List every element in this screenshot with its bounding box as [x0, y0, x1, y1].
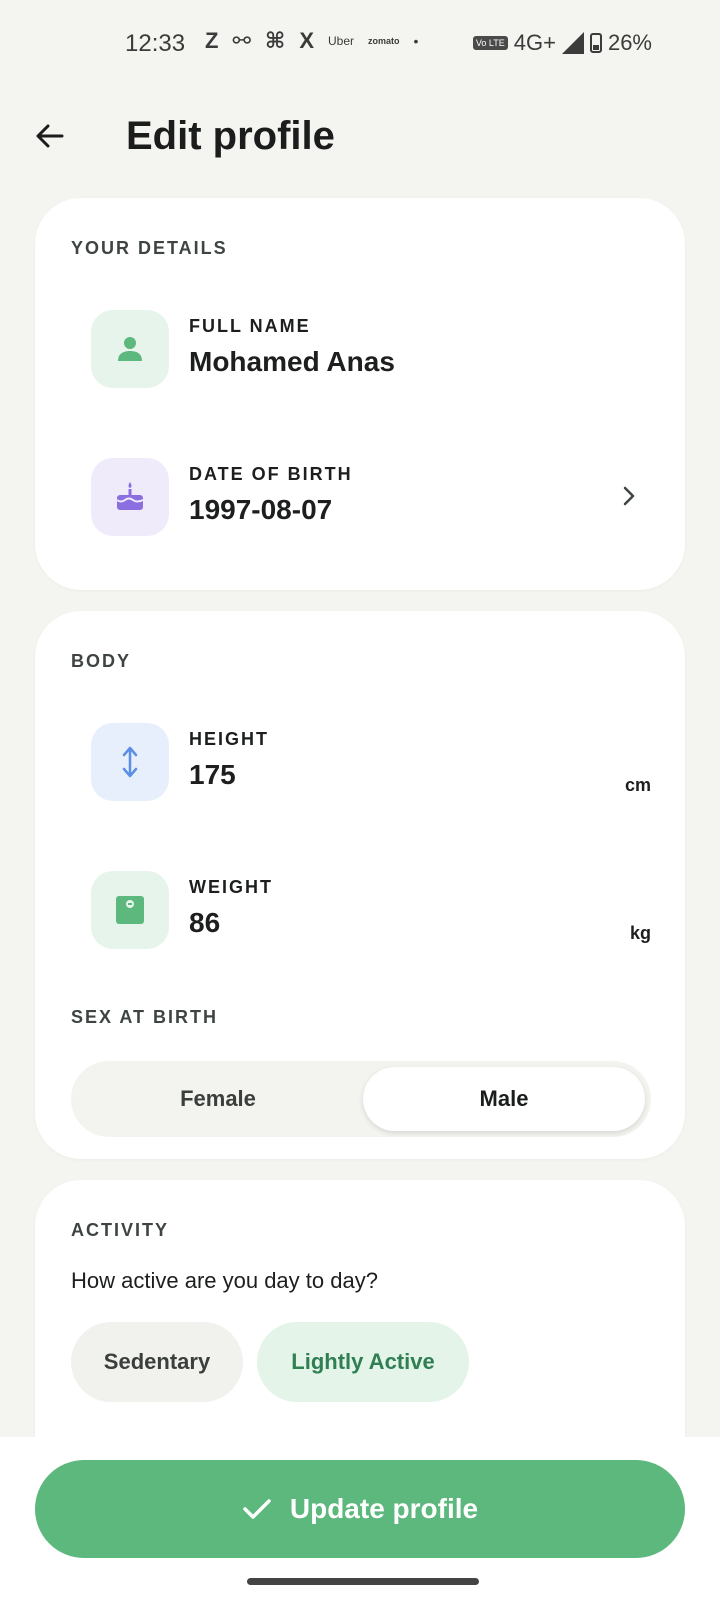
height-unit: cm [624, 775, 651, 795]
scale-icon [116, 896, 144, 924]
header: Edit profile [0, 100, 720, 180]
full-name-value: Mohamed Anas [189, 346, 395, 377]
person-icon [118, 337, 142, 361]
activity-question: How active are you day to day? [71, 1268, 378, 1293]
date-of-birth-row[interactable]: DATE OF BIRTH 1997-08-07 [91, 458, 651, 538]
more-notifications-icon: • [413, 33, 419, 49]
app-icon: ⌘ [264, 28, 286, 53]
zepto-icon: Z [205, 28, 219, 53]
cake-icon [116, 482, 144, 510]
sex-option-male[interactable]: Male [363, 1067, 645, 1131]
status-time: 12:33 [125, 30, 186, 57]
height-icon-box [91, 723, 169, 801]
uber-icon: Uber [328, 34, 355, 48]
vertical-arrows-icon [122, 746, 138, 778]
home-indicator[interactable] [247, 1578, 479, 1585]
date-of-birth-label: DATE OF BIRTH [189, 464, 353, 484]
body-card: BODY HEIGHT 175 cm WEIGHT 86 kg SEX AT B… [35, 611, 685, 1159]
details-card: YOUR DETAILS FULL NAME Mohamed Anas DATE… [35, 198, 685, 590]
scale-icon-box [91, 871, 169, 949]
status-bar: 12:33 Z ⚯ ⌘ X Uber zomato • Vo LTE 4G+ 2… [0, 0, 720, 90]
section-label-sex: SEX AT BIRTH [71, 1007, 219, 1027]
sex-option-female[interactable]: Female [77, 1067, 359, 1131]
section-label-body: BODY [71, 651, 132, 671]
chevron-right-icon [623, 486, 635, 506]
back-button[interactable] [32, 118, 68, 154]
volte-icon: Vo LTE [472, 36, 508, 50]
battery-icon [589, 33, 602, 53]
full-name-row[interactable]: FULL NAME Mohamed Anas [91, 310, 651, 390]
network-type: 4G+ [513, 30, 556, 55]
cake-icon-box [91, 458, 169, 536]
height-label: HEIGHT [189, 729, 270, 749]
page-title: Edit profile [126, 114, 335, 158]
status-right: Vo LTE 4G+ 26% [472, 30, 652, 56]
weight-label: WEIGHT [189, 877, 273, 897]
height-value[interactable]: 175 [189, 759, 236, 791]
height-row[interactable]: HEIGHT 175 cm [91, 723, 651, 803]
section-label-details: YOUR DETAILS [71, 238, 228, 258]
app-icon: ⚯ [232, 28, 251, 53]
signal-icon [561, 32, 584, 54]
check-icon [243, 1499, 271, 1519]
arrow-left-icon [36, 124, 64, 148]
date-of-birth-value: 1997-08-07 [189, 494, 333, 525]
weight-unit: kg [629, 923, 651, 943]
status-app-icons: Z ⚯ ⌘ X Uber zomato • [205, 28, 418, 54]
weight-row[interactable]: WEIGHT 86 kg [91, 871, 651, 951]
update-profile-button[interactable]: Update profile [35, 1460, 685, 1558]
full-name-label: FULL NAME [189, 316, 311, 336]
section-label-activity: ACTIVITY [71, 1220, 170, 1240]
battery-percent: 26% [607, 30, 652, 55]
zomato-icon: zomato [368, 36, 400, 46]
activity-option-sedentary[interactable]: Sedentary [71, 1322, 243, 1402]
person-icon-box [91, 310, 169, 388]
sex-segmented-control: Female Male [71, 1061, 651, 1137]
activity-option-lightly-active[interactable]: Lightly Active [257, 1322, 469, 1402]
update-profile-label: Update profile [289, 1493, 479, 1524]
x-icon: X [299, 28, 314, 53]
weight-value[interactable]: 86 [189, 907, 220, 939]
